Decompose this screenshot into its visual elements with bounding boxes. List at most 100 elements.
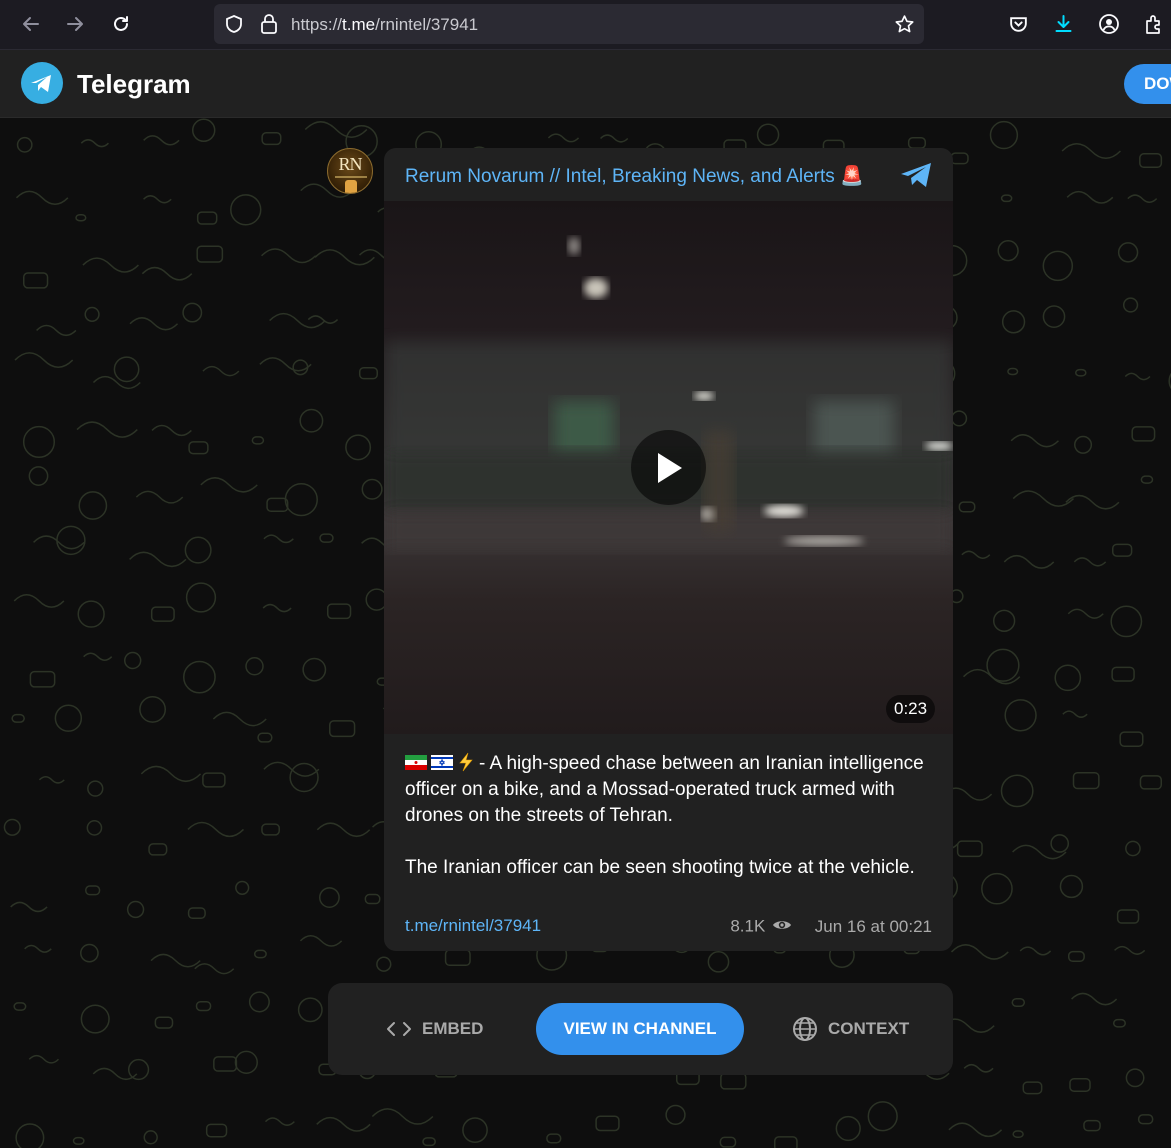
doodle-shape — [961, 550, 991, 560]
telegram-share-icon[interactable] — [899, 161, 933, 194]
context-button[interactable]: CONTEXT — [792, 1003, 909, 1055]
doodle-shape — [345, 434, 372, 461]
doodle-shape — [261, 131, 282, 146]
lightning-icon — [457, 752, 475, 772]
doodle-shape — [1111, 543, 1133, 557]
doodle-shape — [950, 944, 1009, 960]
doodle-shape — [316, 1116, 371, 1132]
doodle-shape — [1110, 605, 1143, 638]
shield-icon[interactable] — [224, 14, 244, 39]
account-icon[interactable] — [1098, 13, 1120, 40]
doodle-shape — [546, 1133, 562, 1144]
telegram-logo-icon[interactable] — [21, 62, 63, 104]
doodle-shape — [245, 657, 264, 676]
doodle-shape — [143, 195, 172, 204]
telegram-title[interactable]: Telegram — [77, 69, 191, 100]
doodle-shape — [135, 490, 184, 504]
doodle-shape — [1061, 142, 1121, 160]
post-link[interactable]: t.me/rnintel/37941 — [405, 916, 541, 936]
forward-icon[interactable] — [60, 9, 90, 39]
doodle-shape — [188, 441, 209, 455]
avatar-divider — [335, 176, 367, 178]
doodle-shape — [230, 194, 262, 226]
doodle-shape — [1001, 310, 1026, 334]
doodle-shape — [444, 949, 471, 967]
doodle-shape — [1019, 946, 1052, 956]
doodle-shape — [1114, 945, 1146, 955]
action-bar: EMBED VIEW IN CHANNEL CONTEXT — [328, 983, 953, 1075]
message-caption: - A high-speed chase between an Iranian … — [405, 751, 935, 881]
doodle-shape — [956, 840, 983, 858]
doodle-shape — [314, 249, 375, 266]
doodle-shape — [92, 375, 141, 390]
doodle-shape — [80, 1004, 110, 1034]
lock-icon[interactable] — [259, 13, 279, 40]
url-text[interactable]: https://t.me/rnintel/37941 — [291, 15, 478, 35]
doodle-shape — [264, 1117, 295, 1126]
doodle-shape — [195, 1000, 212, 1012]
doodle-shape — [3, 818, 21, 836]
back-icon[interactable] — [16, 9, 46, 39]
doodle-shape — [907, 136, 927, 149]
play-icon — [657, 452, 682, 483]
url-path: /rnintel/37941 — [375, 15, 479, 34]
avatar-figure — [345, 180, 357, 193]
doodle-shape — [1007, 367, 1019, 376]
pocket-icon[interactable] — [1008, 14, 1029, 40]
doodle-shape — [297, 997, 323, 1023]
doodle-shape — [719, 1136, 737, 1148]
doodle-shape — [1124, 372, 1151, 381]
doodle-shape — [1042, 250, 1074, 282]
view-in-channel-button[interactable]: VIEW IN CHANNEL — [536, 1003, 744, 1055]
doodle-shape — [1011, 997, 1026, 1007]
channel-avatar[interactable]: RN — [327, 148, 373, 194]
doodle-shape — [187, 821, 245, 838]
address-bar[interactable]: https://t.me/rnintel/37941 — [214, 4, 924, 44]
doodle-shape — [200, 477, 258, 493]
bookmark-star-icon[interactable] — [894, 14, 915, 40]
reload-icon[interactable] — [106, 9, 136, 39]
doodle-shape — [1117, 242, 1139, 263]
doodle-shape — [113, 356, 140, 383]
doodle-shape — [1072, 771, 1100, 790]
doodle-shape — [364, 893, 381, 905]
doodle-shape — [707, 950, 730, 973]
doodle-shape — [358, 366, 378, 380]
doodle-shape — [948, 1122, 1003, 1138]
doodle-shape — [154, 1016, 174, 1029]
doodle-shape — [1004, 699, 1037, 732]
doodle-shape — [462, 1117, 488, 1144]
telegram-header: Telegram DOWNLOAD — [0, 50, 1171, 118]
download-button[interactable]: DOWNLOAD — [1124, 64, 1171, 104]
doodle-shape — [1083, 1119, 1101, 1132]
doodle-shape — [54, 704, 83, 732]
doodle-shape — [951, 410, 968, 427]
iran-flag-icon — [405, 752, 427, 770]
doodle-shape — [261, 248, 317, 264]
doodle-shape — [1074, 435, 1093, 454]
play-button[interactable] — [631, 430, 706, 505]
doodle-shape — [84, 306, 100, 322]
download-icon[interactable] — [1053, 13, 1074, 40]
embed-button[interactable]: EMBED — [386, 1003, 483, 1055]
doodle-shape — [1125, 1068, 1145, 1088]
doodle-shape — [187, 907, 206, 920]
doodle-shape — [28, 466, 49, 486]
doodle-shape — [77, 600, 105, 628]
video-duration: 0:23 — [886, 695, 936, 723]
doodle-shape — [1125, 840, 1141, 857]
extensions-icon[interactable] — [1143, 13, 1165, 40]
doodle-shape — [316, 822, 371, 838]
doodle-shape — [986, 648, 1020, 682]
doodle-shape — [56, 525, 86, 556]
doodle-shape — [85, 885, 101, 896]
channel-name-link[interactable]: Rerum Novarum // Intel, Breaking News, a… — [405, 164, 880, 188]
doodle-shape — [185, 582, 217, 613]
doodle-shape — [184, 536, 212, 564]
doodle-shape — [257, 732, 273, 743]
doodle-shape — [981, 872, 1013, 905]
doodle-shape — [13, 593, 65, 608]
video-player[interactable]: 0:23 — [384, 201, 953, 734]
doodle-shape — [1116, 909, 1140, 924]
doodle-shape — [1067, 608, 1104, 619]
